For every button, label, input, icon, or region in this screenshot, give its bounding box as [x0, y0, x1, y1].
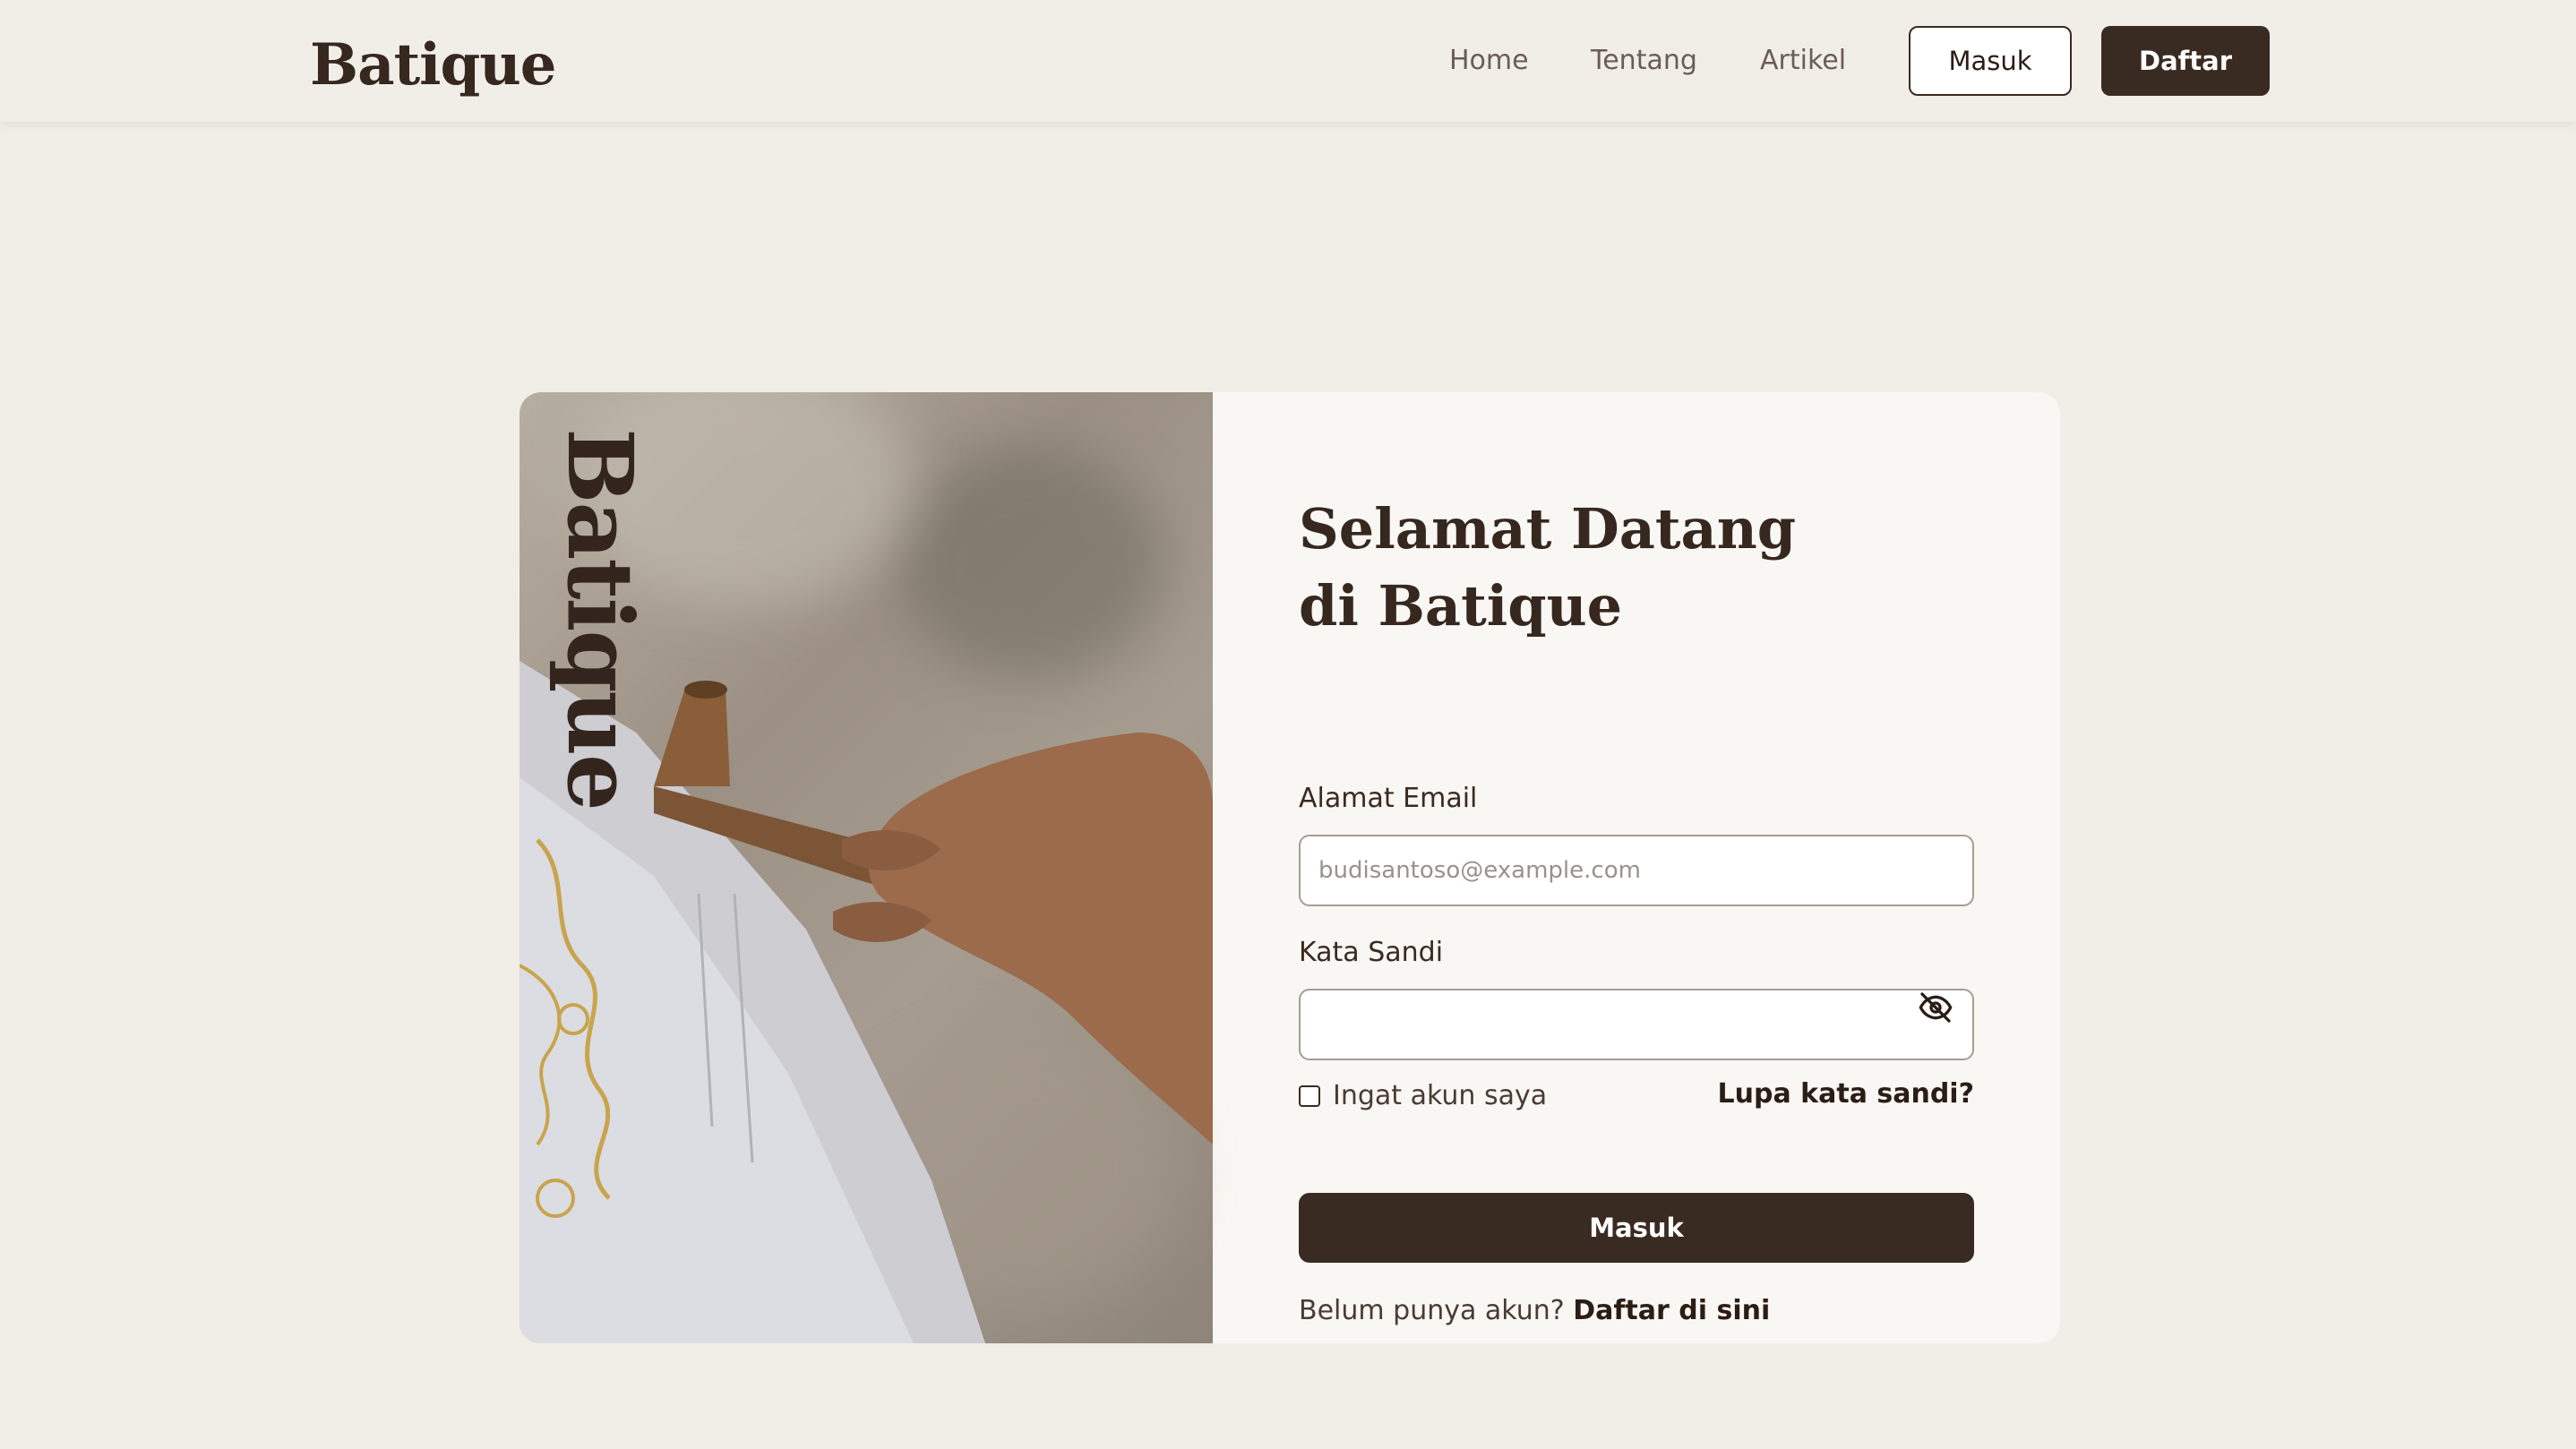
nav-artikel[interactable]: Artikel [1760, 41, 1846, 81]
password-label: Kata Sandi [1299, 937, 1444, 968]
signup-prompt: Belum punya akun? Daftar di sini [1299, 1295, 1770, 1326]
nav-tentang[interactable]: Tentang [1591, 41, 1697, 81]
navbar: Batique Home Tentang Artikel Masuk Dafta… [0, 0, 2576, 122]
form-title: Selamat Datang di Batique [1299, 496, 1797, 639]
header-login-button[interactable]: Masuk [1909, 26, 2072, 96]
email-label: Alamat Email [1299, 783, 1478, 814]
vertical-brand-text: Batique [547, 428, 653, 810]
header-register-button[interactable]: Daftar [2101, 26, 2270, 96]
login-form: Selamat Datang di Batique Alamat Email K… [1299, 491, 1974, 1326]
email-input[interactable] [1299, 835, 1974, 906]
brand-logo[interactable]: Batique [310, 25, 556, 106]
eye-off-icon[interactable] [1913, 985, 1958, 1030]
forgot-password-link[interactable]: Lupa kata sandi? [1718, 1078, 1974, 1110]
password-input[interactable] [1299, 989, 1974, 1060]
remember-me[interactable]: Ingat akun saya [1299, 1080, 1547, 1111]
remember-label: Ingat akun saya [1333, 1080, 1548, 1111]
remember-checkbox[interactable] [1299, 1085, 1320, 1107]
signup-link[interactable]: Daftar di sini [1573, 1295, 1770, 1326]
login-card: Batique Selamat Datang di Batique Alamat… [519, 392, 2060, 1343]
submit-login-button[interactable]: Masuk [1299, 1193, 1974, 1263]
batik-hero-image: Batique [519, 392, 1213, 1343]
signup-prompt-text: Belum punya akun? [1299, 1295, 1565, 1326]
nav-home[interactable]: Home [1449, 41, 1529, 81]
